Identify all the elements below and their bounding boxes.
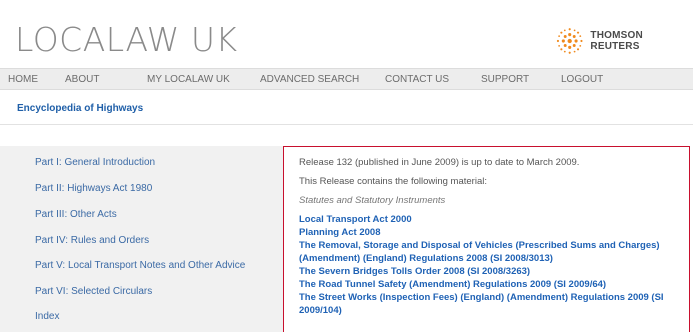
- release-item-link-continued[interactable]: (Amendment) (England) Regulations 2008 (…: [299, 253, 553, 264]
- sidebar-item-part-6[interactable]: Part VI: Selected Circulars: [35, 286, 152, 297]
- sidebar-item-part-5[interactable]: Part V: Local Transport Notes and Other …: [35, 260, 245, 271]
- brand-logo[interactable]: THOMSON REUTERS: [555, 26, 693, 56]
- intro-line: This Release contains the following mate…: [299, 176, 487, 187]
- nav-advanced-search[interactable]: ADVANCED SEARCH: [260, 74, 359, 85]
- nav-support[interactable]: SUPPORT: [481, 74, 529, 85]
- nav-about[interactable]: ABOUT: [65, 74, 99, 85]
- release-item-link[interactable]: The Road Tunnel Safety (Amendment) Regul…: [299, 279, 606, 290]
- sidebar-item-part-4[interactable]: Part IV: Rules and Orders: [35, 235, 149, 246]
- sidebar-item-index[interactable]: Index: [35, 311, 59, 322]
- sidebar-item-part-1[interactable]: Part I: General Introduction: [35, 157, 155, 168]
- site-title[interactable]: LOCALAW UK: [15, 20, 238, 59]
- release-item-link[interactable]: Local Transport Act 2000: [299, 214, 412, 225]
- release-item-link[interactable]: Planning Act 2008: [299, 227, 380, 238]
- release-item-link-continued[interactable]: 2009/104): [299, 305, 342, 316]
- divider: [0, 124, 693, 125]
- nav-home[interactable]: HOME: [8, 74, 38, 85]
- nav-my-localaw-uk[interactable]: MY LOCALAW UK: [147, 74, 230, 85]
- release-item-link[interactable]: The Street Works (Inspection Fees) (Engl…: [299, 292, 664, 303]
- release-item-link[interactable]: The Severn Bridges Tolls Order 2008 (SI …: [299, 266, 530, 277]
- nav-contact-us[interactable]: CONTACT US: [385, 74, 449, 85]
- main-nav: HOME ABOUT MY LOCALAW UK ADVANCED SEARCH…: [0, 68, 693, 90]
- sidebar: Part I: General Introduction Part II: Hi…: [0, 146, 283, 332]
- thomson-reuters-logo-icon: [556, 28, 583, 54]
- release-item-link[interactable]: The Removal, Storage and Disposal of Veh…: [299, 240, 660, 251]
- release-line: Release 132 (published in June 2009) is …: [299, 157, 580, 168]
- sidebar-item-part-3[interactable]: Part III: Other Acts: [35, 209, 117, 220]
- sidebar-item-part-2[interactable]: Part II: Highways Act 1980: [35, 183, 152, 194]
- nav-logout[interactable]: LOGOUT: [561, 74, 603, 85]
- brand-name: THOMSON REUTERS: [590, 30, 643, 52]
- section-heading: Statutes and Statutory Instruments: [299, 195, 446, 206]
- release-notes-panel: Release 132 (published in June 2009) is …: [283, 146, 690, 332]
- site-header: LOCALAW UK THOMSON REUTERS: [0, 0, 693, 68]
- page-subtitle: Encyclopedia of Highways: [17, 103, 144, 114]
